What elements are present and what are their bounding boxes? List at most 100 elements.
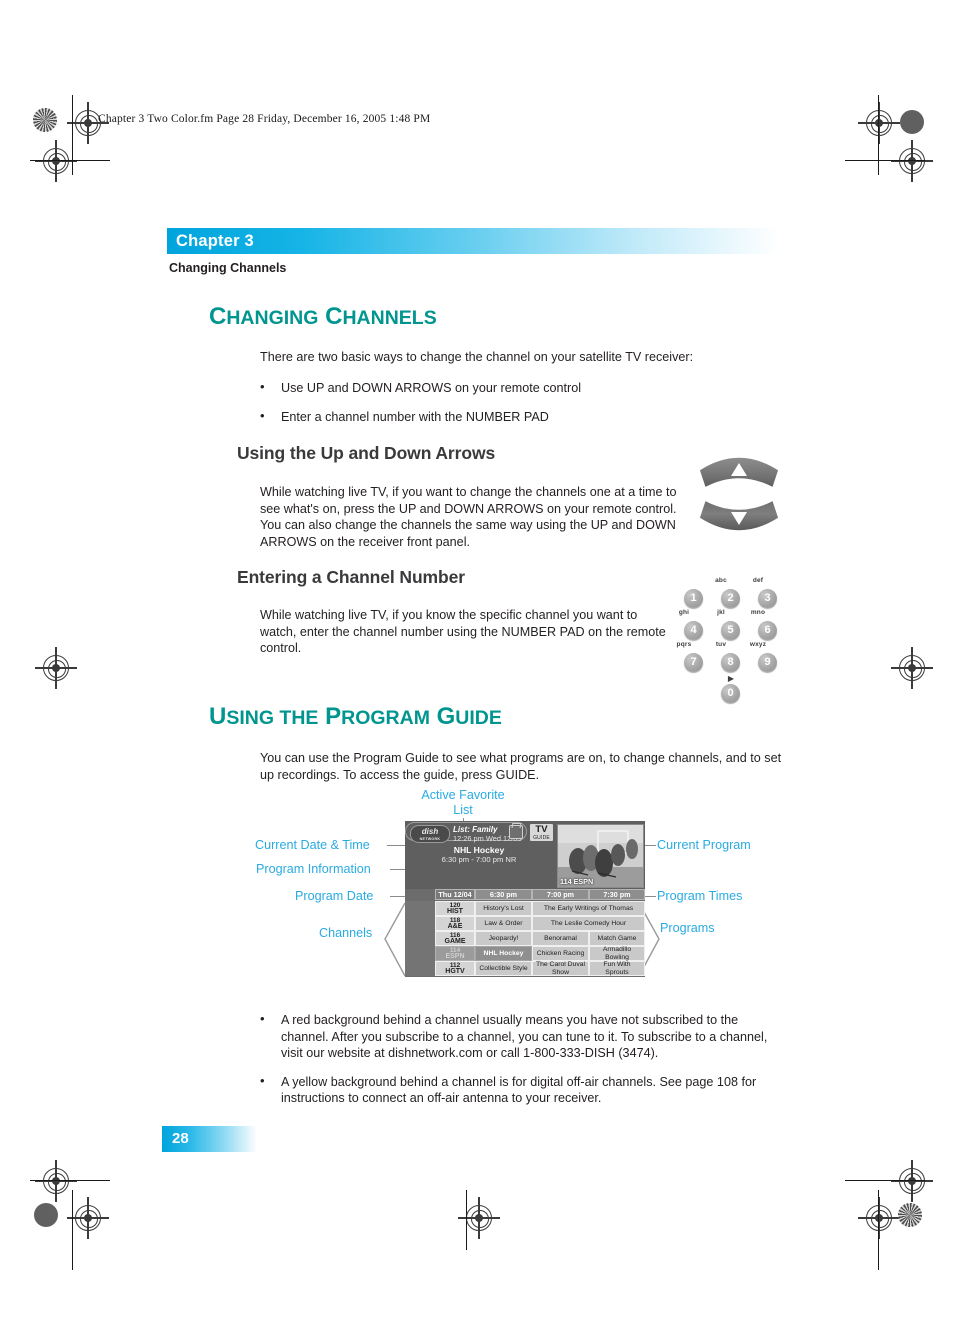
keypad-letters-9: wxyz xyxy=(749,641,767,648)
program-cell[interactable]: Armadillo Bowling xyxy=(589,946,645,961)
tv-icon[interactable] xyxy=(509,825,523,839)
registration-mark-bottom-right xyxy=(891,1160,933,1202)
program-cell[interactable]: The Carol Duval Show xyxy=(532,961,589,976)
program-title: The Carol Duval Show xyxy=(535,961,586,976)
list-item: A red background behind a channel usuall… xyxy=(253,1011,788,1062)
tv-guide-logo-sub: GUIDE xyxy=(533,834,550,841)
document-page: Chapter 3 Two Color.fm Page 28 Friday, D… xyxy=(0,0,954,1336)
program-cell[interactable]: Match Game xyxy=(589,931,645,946)
guide-program-time: 6:30 pm - 7:00 pm NR xyxy=(441,855,517,864)
program-title: Law & Order xyxy=(484,919,523,927)
keypad-key-1[interactable]: 1 xyxy=(684,589,703,608)
pg-title-cap-2: P xyxy=(325,703,342,730)
keypad-key-2[interactable]: 2 xyxy=(721,589,740,608)
keypad-letters-4: ghi xyxy=(678,609,690,616)
file-header-text: Chapter 3 Two Color.fm Page 28 Friday, D… xyxy=(98,113,431,125)
program-title: The Early Writings of Thomas xyxy=(543,904,634,912)
title-rest-2: HANNELS xyxy=(342,307,437,329)
registration-mark-bottom-center xyxy=(458,1197,500,1239)
trim-line-bottom-left-vertical xyxy=(72,1190,73,1270)
channel-name: ESPN xyxy=(445,953,465,961)
registration-mark-mid-left xyxy=(35,647,77,689)
trim-line-left-bottom-horizontal xyxy=(30,1180,110,1181)
table-row: 114 ESPN NHL Hockey Chicken Racing Armad… xyxy=(405,946,645,961)
title-cap-2: C xyxy=(325,303,343,330)
channel-name: A&E xyxy=(447,923,463,931)
callout-current-program: Current Program xyxy=(657,838,751,852)
registration-mark-bottom-right-lower xyxy=(858,1197,900,1239)
program-title: Fun With Sprouts xyxy=(603,961,631,976)
callout-active-favorite-list-line2: List xyxy=(453,803,473,817)
callout-current-date-time: Current Date & Time xyxy=(255,838,370,852)
densitometer-dot-bottom-left xyxy=(34,1203,58,1227)
table-row: 120 HIST History's Lost The Early Writin… xyxy=(405,901,645,916)
guide-time-header-2: 7:30 pm xyxy=(589,889,645,900)
keypad-key-0[interactable]: 0 xyxy=(721,684,740,703)
keypad-key-3[interactable]: 3 xyxy=(758,589,777,608)
guide-info-banner: dish NETWORK List: Family 12:26 pm Wed 1… xyxy=(405,821,645,889)
program-guide-screen: dish NETWORK List: Family 12:26 pm Wed 1… xyxy=(405,821,645,977)
program-cell[interactable]: The Leslie Comedy Hour xyxy=(532,916,645,931)
registration-mark-top-right xyxy=(891,140,933,182)
program-title: Jeopardy! xyxy=(488,934,519,942)
callout-channels: Channels xyxy=(319,926,373,940)
program-cell[interactable]: Benoramal xyxy=(532,931,589,946)
keypad-key-4[interactable]: 4 xyxy=(684,621,703,640)
program-title: Collectible Style xyxy=(479,964,528,972)
paragraph-program-guide: You can use the Program Guide to see wha… xyxy=(260,751,782,782)
program-title: History's Lost xyxy=(483,904,524,912)
pg-title-cap-1: U xyxy=(209,703,227,730)
channel-name: GAME xyxy=(444,938,466,946)
channel-name: HIST xyxy=(447,908,463,916)
keypad-key-7[interactable]: 7 xyxy=(684,653,703,672)
channel-cell[interactable]: 112 HGTV xyxy=(435,961,475,976)
channel-cell[interactable]: 116 GAME xyxy=(435,931,475,946)
guide-row-gutter xyxy=(405,901,435,916)
list-item: Enter a channel number with the NUMBER P… xyxy=(253,408,773,426)
heading-entering-channel-number: Entering a Channel Number xyxy=(237,567,465,587)
keypad-key-8[interactable]: 8 xyxy=(721,653,740,672)
program-cell[interactable]: Collectible Style xyxy=(475,961,532,976)
keypad-key-9[interactable]: 9 xyxy=(758,653,777,672)
trim-line-top-right-vertical xyxy=(878,95,879,175)
chapter-banner: Chapter 3 xyxy=(167,228,779,254)
keypad-letters-3: def xyxy=(752,577,764,584)
program-title: Match Game xyxy=(597,934,637,942)
changing-channels-bullet-list: Use UP and DOWN ARROWS on your remote co… xyxy=(253,379,773,437)
program-cell[interactable]: The Early Writings of Thomas xyxy=(532,901,645,916)
program-guide-bullet-list: A red background behind a channel usuall… xyxy=(253,1011,788,1119)
trim-line-left-top-horizontal xyxy=(30,160,110,161)
video-channel-label: 114 ESPN xyxy=(560,877,594,886)
page-title-changing-channels: CHANGING CHANNELS xyxy=(209,303,437,331)
remote-number-pad-graphic: 1 abc 2 def 3 ghi 4 jkl 5 mno 6 pqrs 7 t… xyxy=(677,572,782,704)
callout-active-favorite-list-line1: Active Favorite xyxy=(421,788,505,802)
trim-line-right-bottom-horizontal xyxy=(845,1180,925,1181)
registration-mark-mid-right xyxy=(891,647,933,689)
tv-guide-logo: TV GUIDE xyxy=(530,824,553,841)
keypad-key-5[interactable]: 5 xyxy=(721,621,740,640)
pg-title-cap-3: G xyxy=(436,703,456,730)
keypad-letters-2: abc xyxy=(715,577,727,584)
title-cap-1: C xyxy=(209,303,227,330)
list-item: A yellow background behind a channel is … xyxy=(253,1073,788,1107)
program-cell[interactable]: Fun With Sprouts xyxy=(589,961,645,976)
program-cell[interactable]: Law & Order xyxy=(475,916,532,931)
program-guide-figure: Active Favorite List Current Date & Time… xyxy=(255,788,795,993)
callout-active-favorite-list: Active Favorite List xyxy=(418,788,508,818)
guide-time-header-1: 7:00 pm xyxy=(532,889,589,900)
play-arrow-icon: ▶ xyxy=(727,674,735,683)
keypad-key-6[interactable]: 6 xyxy=(758,621,777,640)
channel-cell-selected[interactable]: 114 ESPN xyxy=(435,946,475,961)
pg-title-rest-1: SING THE xyxy=(226,707,319,729)
remote-up-down-arrows-graphic xyxy=(693,448,785,540)
page-title-using-program-guide: USING THE PROGRAM GUIDE xyxy=(209,703,502,731)
callout-program-information: Program Information xyxy=(256,862,371,876)
channel-cell[interactable]: 120 HIST xyxy=(435,901,475,916)
program-cell[interactable]: Chicken Racing xyxy=(532,946,589,961)
program-cell[interactable]: Jeopardy! xyxy=(475,931,532,946)
channel-cell[interactable]: 118 A&E xyxy=(435,916,475,931)
program-cell-selected[interactable]: NHL Hockey xyxy=(475,946,532,961)
callout-programs: Programs xyxy=(660,921,715,935)
program-cell[interactable]: History's Lost xyxy=(475,901,532,916)
guide-active-list-label: List: Family xyxy=(453,825,498,834)
